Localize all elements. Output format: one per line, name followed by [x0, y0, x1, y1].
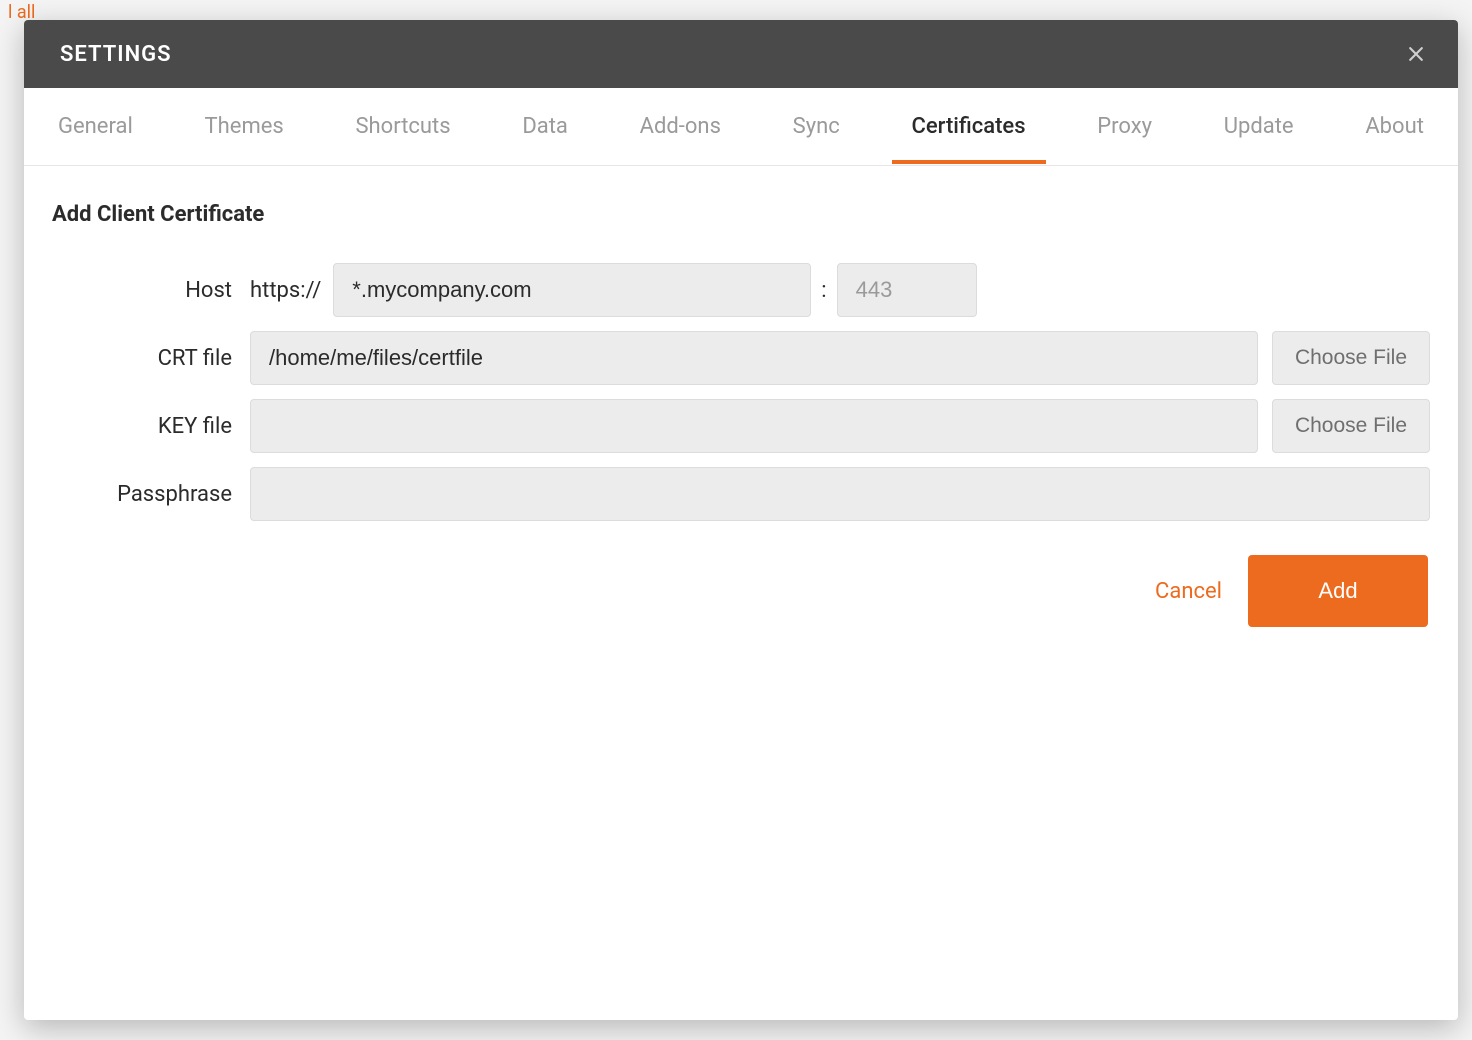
tab-certificates[interactable]: Certificates: [906, 90, 1032, 163]
form-actions: Cancel Add: [52, 555, 1430, 627]
tab-proxy[interactable]: Proxy: [1091, 90, 1158, 163]
crt-label: CRT file: [52, 346, 250, 371]
tab-sync[interactable]: Sync: [787, 90, 846, 163]
settings-modal: SETTINGS General Themes Shortcuts Data A…: [24, 20, 1458, 1020]
section-title: Add Client Certificate: [52, 202, 1430, 227]
host-prefix: https://: [250, 278, 321, 303]
host-input[interactable]: [333, 263, 811, 317]
tab-shortcuts[interactable]: Shortcuts: [349, 90, 456, 163]
crt-choose-file-button[interactable]: Choose File: [1272, 331, 1430, 385]
key-row: KEY file Choose File: [52, 399, 1430, 453]
passphrase-label: Passphrase: [52, 482, 250, 507]
passphrase-row: Passphrase: [52, 467, 1430, 521]
settings-content: Add Client Certificate Host https:// : C…: [24, 166, 1458, 1020]
crt-row: CRT file Choose File: [52, 331, 1430, 385]
key-label: KEY file: [52, 414, 250, 439]
tab-general[interactable]: General: [52, 90, 139, 163]
host-label: Host: [52, 278, 250, 303]
cancel-button[interactable]: Cancel: [1155, 579, 1222, 604]
close-icon: [1406, 44, 1426, 64]
add-button[interactable]: Add: [1248, 555, 1428, 627]
tab-add-ons[interactable]: Add-ons: [634, 90, 727, 163]
port-input[interactable]: [837, 263, 977, 317]
tab-about[interactable]: About: [1359, 90, 1430, 163]
modal-header: SETTINGS: [24, 20, 1458, 88]
close-button[interactable]: [1398, 36, 1434, 72]
crt-file-input[interactable]: [250, 331, 1258, 385]
tab-themes[interactable]: Themes: [199, 90, 290, 163]
tab-update[interactable]: Update: [1218, 90, 1300, 163]
passphrase-input[interactable]: [250, 467, 1430, 521]
key-choose-file-button[interactable]: Choose File: [1272, 399, 1430, 453]
host-row: Host https:// :: [52, 263, 1430, 317]
tab-data[interactable]: Data: [516, 90, 574, 163]
host-port-separator: :: [821, 278, 826, 303]
modal-title: SETTINGS: [60, 42, 172, 67]
key-file-input[interactable]: [250, 399, 1258, 453]
tabs-bar: General Themes Shortcuts Data Add-ons Sy…: [24, 88, 1458, 166]
